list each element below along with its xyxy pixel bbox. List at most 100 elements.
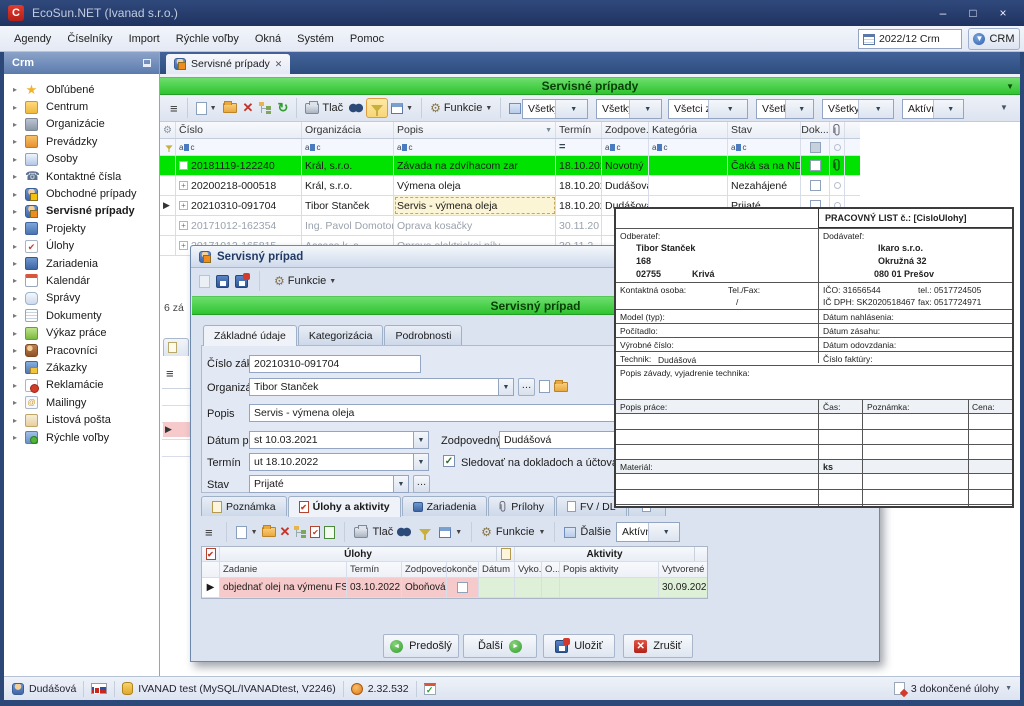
delete-button[interactable]: ✕ — [240, 98, 257, 118]
open-folder-icon[interactable] — [262, 527, 276, 537]
activity-add-icon[interactable] — [324, 526, 335, 539]
chevron-down-icon[interactable]: ▼ — [1006, 82, 1014, 91]
open-folder-icon[interactable] — [554, 382, 568, 392]
stav-field[interactable]: Prijaté — [249, 475, 394, 493]
col-more[interactable] — [845, 122, 859, 138]
attachment-icon[interactable] — [830, 122, 845, 138]
col-o[interactable]: O... — [542, 562, 560, 577]
sidebar-item-organizacie[interactable]: ▸Organizácie — [4, 116, 159, 133]
tab-servisne-pripady[interactable]: Servisné prípady ✕ — [166, 54, 290, 74]
sidebar-item-ulohy[interactable]: ▸✔Úlohy — [4, 238, 159, 255]
sledovat-checkbox[interactable]: ✓ — [443, 455, 455, 467]
expand-icon[interactable] — [179, 161, 188, 170]
functions-icon[interactable]: ⚙ — [481, 525, 492, 539]
gear-icon[interactable]: ⚙ — [160, 122, 176, 138]
sidebar-item-mailingy[interactable]: ▸@Mailingy — [4, 394, 159, 411]
sidebar-item-projekty[interactable]: ▸Projekty — [4, 220, 159, 237]
chevron-down-icon[interactable]: ▼ — [414, 453, 429, 471]
sidebar-item-centrum[interactable]: ▸Centrum — [4, 98, 159, 115]
organizacia-field[interactable]: Tibor Stanček — [249, 378, 499, 396]
filter-button[interactable] — [366, 98, 388, 118]
expand-icon[interactable]: + — [179, 181, 188, 190]
datum-prijatia-field[interactable]: st 10.03.2021 — [249, 431, 414, 449]
layout-icon[interactable] — [439, 527, 451, 538]
status-tasks[interactable]: 3 dokončené úlohy — [911, 683, 999, 695]
expand-icon[interactable]: + — [179, 241, 188, 250]
cancel-button[interactable]: ✕Zrušiť — [623, 634, 693, 658]
subtab-poznamka[interactable]: Poznámka — [201, 496, 287, 516]
col-stav[interactable]: Stav — [728, 122, 801, 138]
new-document-icon[interactable] — [236, 526, 247, 539]
filter-select-active[interactable]: Aktívne▼ — [902, 99, 964, 119]
column-chooser-icon[interactable]: ▼ — [1000, 103, 1008, 112]
search-button[interactable] — [346, 98, 366, 118]
done-checkbox[interactable] — [810, 160, 821, 171]
menu-okna[interactable]: Okná — [247, 33, 289, 45]
sidebar-item-reklamacie[interactable]: ▸Reklamácie — [4, 377, 159, 394]
period-input[interactable]: 2022/12 Crm — [858, 29, 962, 49]
col-zodpovedny[interactable]: Zodpove... — [602, 122, 649, 138]
search-icon[interactable] — [397, 527, 411, 537]
menu-icon[interactable]: ≡ — [166, 101, 182, 116]
subtab-ulohy-a-aktivity[interactable]: ✔Úlohy a aktivity — [288, 496, 401, 517]
new-document-icon[interactable] — [539, 380, 550, 393]
filter-select-category[interactable]: Všetky kate...▼ — [822, 99, 894, 119]
col-vykonane[interactable]: Vyko... — [515, 562, 542, 577]
subtab-prilohy[interactable]: Prílohy — [488, 496, 555, 516]
sidebar-item-zakazky[interactable]: ▸Zákazky — [4, 359, 159, 376]
sidebar-item-spravy[interactable]: ▸Správy — [4, 290, 159, 307]
col-termin[interactable]: Termín — [347, 562, 402, 577]
sidebar-item-zariadenia[interactable]: ▸Zariadenia — [4, 255, 159, 272]
sidebar-item-pracovnici[interactable]: ▸Pracovníci — [4, 342, 159, 359]
tab-kategorizacia[interactable]: Kategorizácia — [298, 325, 384, 345]
functions-menu[interactable]: ⚙Funkcie▼ — [427, 98, 495, 118]
sidebar-item-dokumenty[interactable]: ▸Dokumenty — [4, 307, 159, 324]
sidebar-item-servisne-pripady[interactable]: ▸Servisné prípady — [4, 203, 159, 220]
filter-select-2[interactable]: Všetky▼ — [596, 99, 662, 119]
next-button[interactable]: Ďalší► — [463, 634, 537, 658]
menu-rychle-volby[interactable]: Rýchle voľby — [168, 33, 247, 45]
menu-import[interactable]: Import — [121, 33, 168, 45]
save-close-icon[interactable] — [235, 275, 248, 288]
chevron-down-icon[interactable]: ▼ — [414, 431, 429, 449]
chevron-down-icon[interactable]: ▼ — [499, 378, 514, 396]
crm-button[interactable]: ▼ CRM — [968, 28, 1020, 50]
previous-button[interactable]: ◄Predošlý — [383, 634, 459, 658]
save-icon[interactable] — [216, 275, 229, 288]
filter-icon[interactable] — [419, 529, 431, 536]
subtab-zariadenia[interactable]: Zariadenia — [402, 496, 488, 516]
sidebar-item-kontaktne-cisla[interactable]: ▸☎Kontaktné čísla — [4, 168, 159, 185]
sidebar-item-vykaz-prace[interactable]: ▸Výkaz práce — [4, 324, 159, 341]
lookup-button[interactable]: … — [413, 475, 430, 493]
open-button[interactable] — [220, 98, 240, 118]
col-popis-aktivity[interactable]: Popis aktivity — [560, 562, 659, 577]
col-termin[interactable]: Termín — [556, 122, 602, 138]
cislo-zakazky-field[interactable]: 20210310-091704 — [249, 355, 421, 373]
col-vytvorene[interactable]: Vytvorené — [659, 562, 707, 577]
col-datum[interactable]: Dátum — [479, 562, 515, 577]
done-checkbox[interactable] — [457, 582, 468, 593]
tab-zakladne-udaje[interactable]: Základné údaje — [203, 325, 297, 346]
print-icon[interactable] — [354, 527, 368, 538]
menu-system[interactable]: Systém — [289, 33, 342, 45]
hierarchy-icon[interactable] — [294, 526, 306, 538]
new-record-button[interactable]: ▼ — [193, 98, 220, 118]
table-row[interactable]: 20181119-122240 Král, s.r.o. Závada na z… — [160, 156, 860, 176]
termin-field[interactable]: ut 18.10.2022 — [249, 453, 414, 471]
chevron-down-icon[interactable]: ▼ — [394, 475, 409, 493]
col-cislo[interactable]: Číslo — [176, 122, 302, 138]
sidebar-item-rychle-volby[interactable]: ▸Rýchle voľby — [4, 429, 159, 446]
menu-icon[interactable]: ≡ — [201, 525, 217, 540]
col-organizacia[interactable]: Organizácia — [302, 122, 394, 138]
col-zodpovedny[interactable]: Zodpovedný — [402, 562, 447, 577]
more-icon[interactable] — [564, 527, 576, 538]
maximize-button[interactable]: □ — [958, 3, 988, 23]
col-kategoria[interactable]: Kategória — [649, 122, 728, 138]
filter-select-1[interactable]: Všetky▼ — [522, 99, 588, 119]
sidebar-item-osoby[interactable]: ▸Osoby — [4, 151, 159, 168]
layout-button[interactable]: ▼ — [388, 98, 416, 118]
save-button[interactable]: Uložiť — [543, 634, 615, 658]
calendar-check-icon[interactable]: ✓ — [424, 683, 436, 695]
col-popis[interactable]: Popis▼ — [394, 122, 556, 138]
done-checkbox[interactable] — [810, 180, 821, 191]
